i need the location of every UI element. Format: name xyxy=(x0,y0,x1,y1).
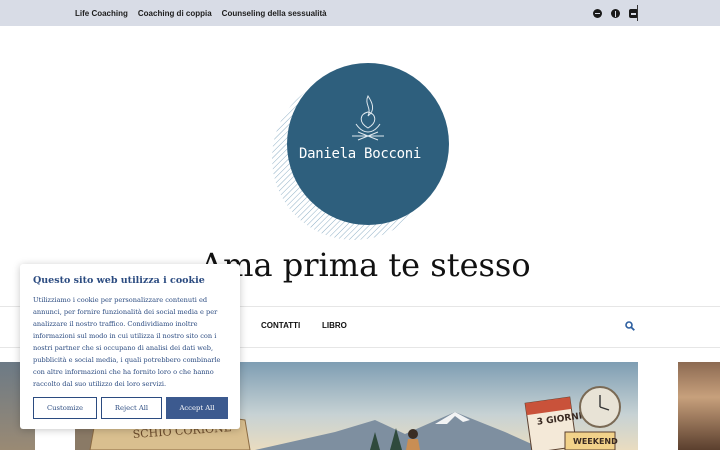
pinterest-icon[interactable] xyxy=(611,8,620,18)
cookie-line: Utilizziamo i cookie per personalizzare … xyxy=(33,296,208,304)
cookie-line: analizzare il nostro traffico. Condividi… xyxy=(33,320,198,328)
logo-text: Daniela Bocconi xyxy=(299,146,421,162)
site-title: Ama prima te stesso xyxy=(200,246,531,284)
nav-item-contatti[interactable]: CONTATTI xyxy=(261,321,300,330)
topbar-divider xyxy=(637,5,638,21)
top-nav-counseling[interactable]: Counseling della sessualità xyxy=(222,9,327,18)
cookie-line: pubblicità e social media, i quali potre… xyxy=(33,356,221,364)
cookie-description: Utilizziamo i cookie per personalizzare … xyxy=(33,294,227,390)
hero-next-slide[interactable] xyxy=(678,362,720,450)
hero-weekend-text: WEEKEND xyxy=(573,437,618,446)
cookie-buttons: Customize Reject All Accept All xyxy=(33,397,228,419)
customize-button[interactable]: Customize xyxy=(33,397,97,419)
social-links xyxy=(593,0,638,26)
cookie-line: nostri partner che si occupano di analis… xyxy=(33,344,214,352)
search-icon[interactable] xyxy=(625,321,635,331)
reject-all-button[interactable]: Reject All xyxy=(101,397,162,419)
top-bar: Life Coaching Coaching di coppia Counsel… xyxy=(0,0,720,26)
top-nav-life-coaching[interactable]: Life Coaching xyxy=(75,9,128,18)
cookie-line: raccolto dal suo utilizzo dei loro servi… xyxy=(33,380,167,388)
cookie-line: con altre informazioni che ha fornito lo… xyxy=(33,368,214,376)
nav-item-libro[interactable]: LIBRO xyxy=(322,321,347,330)
cookie-line: annunci, per fornire funzionalità dei so… xyxy=(33,308,218,316)
accept-all-button[interactable]: Accept All xyxy=(166,397,228,419)
cookie-consent-dialog: Questo sito web utilizza i cookie Utiliz… xyxy=(20,264,240,429)
cookie-title: Questo sito web utilizza i cookie xyxy=(33,275,205,286)
top-nav-coaching-coppia[interactable]: Coaching di coppia xyxy=(138,9,212,18)
spotify-icon[interactable] xyxy=(593,8,602,18)
cookie-line: informazioni sul modo in cui utilizza il… xyxy=(33,332,217,340)
top-nav: Life Coaching Coaching di coppia Counsel… xyxy=(75,0,327,26)
